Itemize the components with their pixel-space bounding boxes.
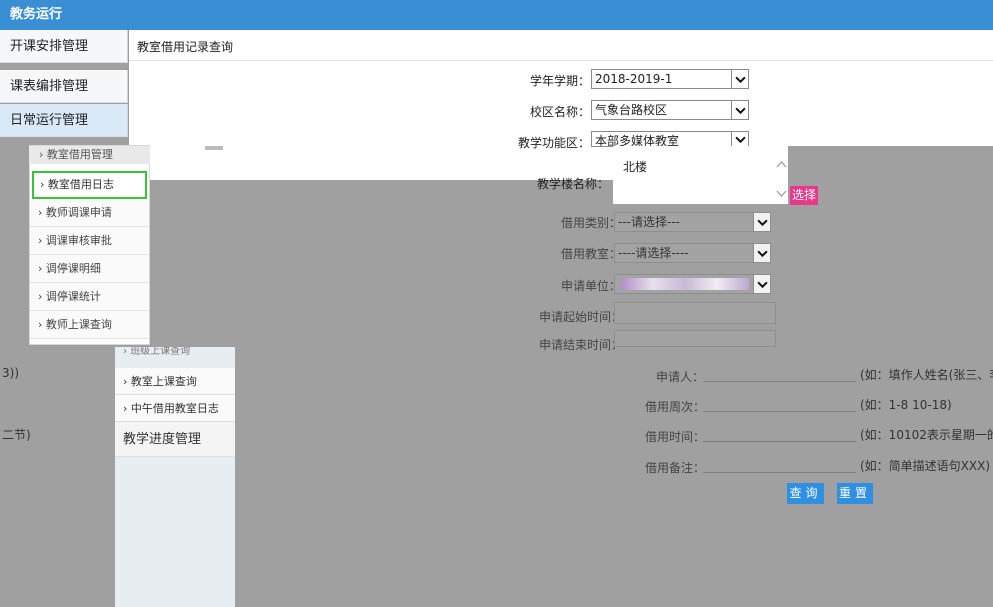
term-label: 学年学期： — [529, 74, 590, 88]
menu-item-daily-operation[interactable]: 日常运行管理 — [0, 104, 128, 137]
chevron-down-icon — [753, 275, 770, 293]
submenu-item-adjust-review[interactable]: › 调课审核审批 — [30, 227, 149, 255]
submenu-item-room-query[interactable]: › 教室上课查询 — [115, 368, 235, 395]
term-value: 2018-2019-1 — [595, 72, 673, 86]
breadcrumb-divider — [129, 60, 993, 61]
weeks-label: 借用周次： — [645, 400, 706, 414]
area-select[interactable]: 本部多媒体教室 — [591, 131, 749, 147]
submenu-item-teacher-query[interactable]: › 教师上课查询 — [30, 311, 149, 339]
borrow-type-value: ---请选择--- — [618, 215, 680, 229]
blurred-unit-value — [621, 278, 749, 290]
building-scrollbar[interactable] — [775, 158, 788, 202]
submenu-item-label: 中午借用教室日志 — [130, 402, 219, 415]
borrow-type-label: 借用类别： — [561, 216, 622, 230]
submenu-item-noon-borrow-log[interactable]: › 中午借用教室日志 — [115, 395, 235, 422]
building-option[interactable]: 北楼 — [623, 158, 647, 175]
applicant-hint: (如：填作人姓名(张三、李工 — [860, 368, 993, 382]
choose-building-button[interactable]: 选择 — [790, 186, 818, 205]
submenu-item-label: 调课审核审批 — [45, 234, 112, 247]
term-select[interactable]: 2018-2019-1 — [591, 69, 749, 89]
end-time-input[interactable] — [614, 330, 776, 347]
borrow-note-input[interactable] — [703, 455, 856, 473]
applicant-label: 申请人： — [656, 370, 705, 384]
chevron-down-icon — [753, 244, 770, 262]
campus-value: 气象台路校区 — [595, 103, 668, 117]
borrow-time-label: 借用时间： — [645, 430, 706, 444]
end-time-label: 申请结束时间： — [539, 338, 624, 352]
borrow-room-select[interactable]: ----请选择---- — [614, 243, 771, 263]
submenu-header-label: 教室借用管理 — [46, 148, 113, 161]
weeks-hint: (如：1-8 10-18) — [860, 398, 952, 412]
chevron-down-icon — [731, 70, 748, 88]
apply-unit-label: 申请单位： — [561, 279, 622, 293]
weeks-input[interactable] — [703, 394, 856, 412]
submenu-classroom-borrow: › 教室借用日志 › 教师调课申请 › 调课审核审批 › 调停课明细 › 调停课… — [29, 145, 150, 345]
chevron-down-icon — [731, 132, 748, 146]
submenu-item-label: 教师上课查询 — [45, 318, 112, 331]
borrow-time-input[interactable] — [703, 424, 856, 442]
apply-unit-select[interactable] — [614, 274, 771, 294]
divider-mark — [205, 146, 223, 150]
start-time-label: 申请起始时间： — [539, 310, 624, 324]
submenu-item-label: 教室上课查询 — [130, 375, 197, 388]
start-time-input[interactable] — [614, 302, 776, 324]
borrow-note-hint: (如：简单描述语句XXX) — [860, 459, 991, 473]
borrow-room-value: ----请选择---- — [618, 246, 689, 260]
menu-item-course-arrangement[interactable]: 开课安排管理 — [0, 30, 128, 63]
campus-label: 校区名称： — [529, 105, 590, 119]
borrow-time-hint: (如：10102表示星期一的一, — [860, 428, 993, 442]
submenu-panel-2: › 班级上课查询 › 教室上课查询 › 中午借用教室日志 教学进度管理 — [115, 347, 235, 607]
submenu-item-label: 调停课明细 — [45, 262, 101, 275]
submenu-item-teacher-adjust[interactable]: › 教师调课申请 — [30, 199, 149, 227]
clipped-text-1: 3)) — [2, 366, 19, 380]
submenu-header[interactable]: › 教室借用管理 — [29, 146, 150, 164]
submenu-item-label: 调停课统计 — [45, 290, 101, 303]
submenu-item-label: 教师调课申请 — [45, 206, 112, 219]
submenu-item-adjust-stats[interactable]: › 调停课统计 — [30, 283, 149, 311]
menu-item-teaching-progress[interactable]: 教学进度管理 — [115, 422, 235, 457]
applicant-input[interactable] — [703, 364, 856, 382]
submenu-item-label: 教室借用日志 — [47, 178, 114, 191]
campus-select[interactable]: 气象台路校区 — [591, 100, 749, 120]
chevron-down-icon — [753, 213, 770, 231]
chevron-down-icon — [731, 101, 748, 119]
panel2-header-label: 班级上课查询 — [130, 347, 191, 356]
panel2-header[interactable]: › 班级上课查询 — [123, 347, 235, 356]
app-title-bar: 教务运行 — [0, 0, 993, 30]
clipped-text-2: 二节) — [2, 428, 31, 442]
borrow-room-label: 借用教室： — [561, 247, 622, 261]
menu-item-timetable[interactable]: 课表编排管理 — [0, 70, 128, 103]
building-label: 教学楼名称： — [537, 177, 610, 191]
borrow-type-select[interactable]: ---请选择--- — [614, 212, 771, 232]
building-listbox[interactable]: 北楼 — [613, 146, 788, 204]
breadcrumb: 教室借用记录查询 — [137, 40, 234, 54]
reset-button[interactable]: 重置 — [837, 483, 873, 504]
submenu-item-borrow-log[interactable]: › 教室借用日志 — [32, 171, 147, 199]
borrow-note-label: 借用备注： — [645, 461, 706, 475]
area-label: 教学功能区： — [517, 136, 590, 150]
query-button[interactable]: 查询 — [787, 483, 824, 504]
submenu-item-adjust-detail[interactable]: › 调停课明细 — [30, 255, 149, 283]
